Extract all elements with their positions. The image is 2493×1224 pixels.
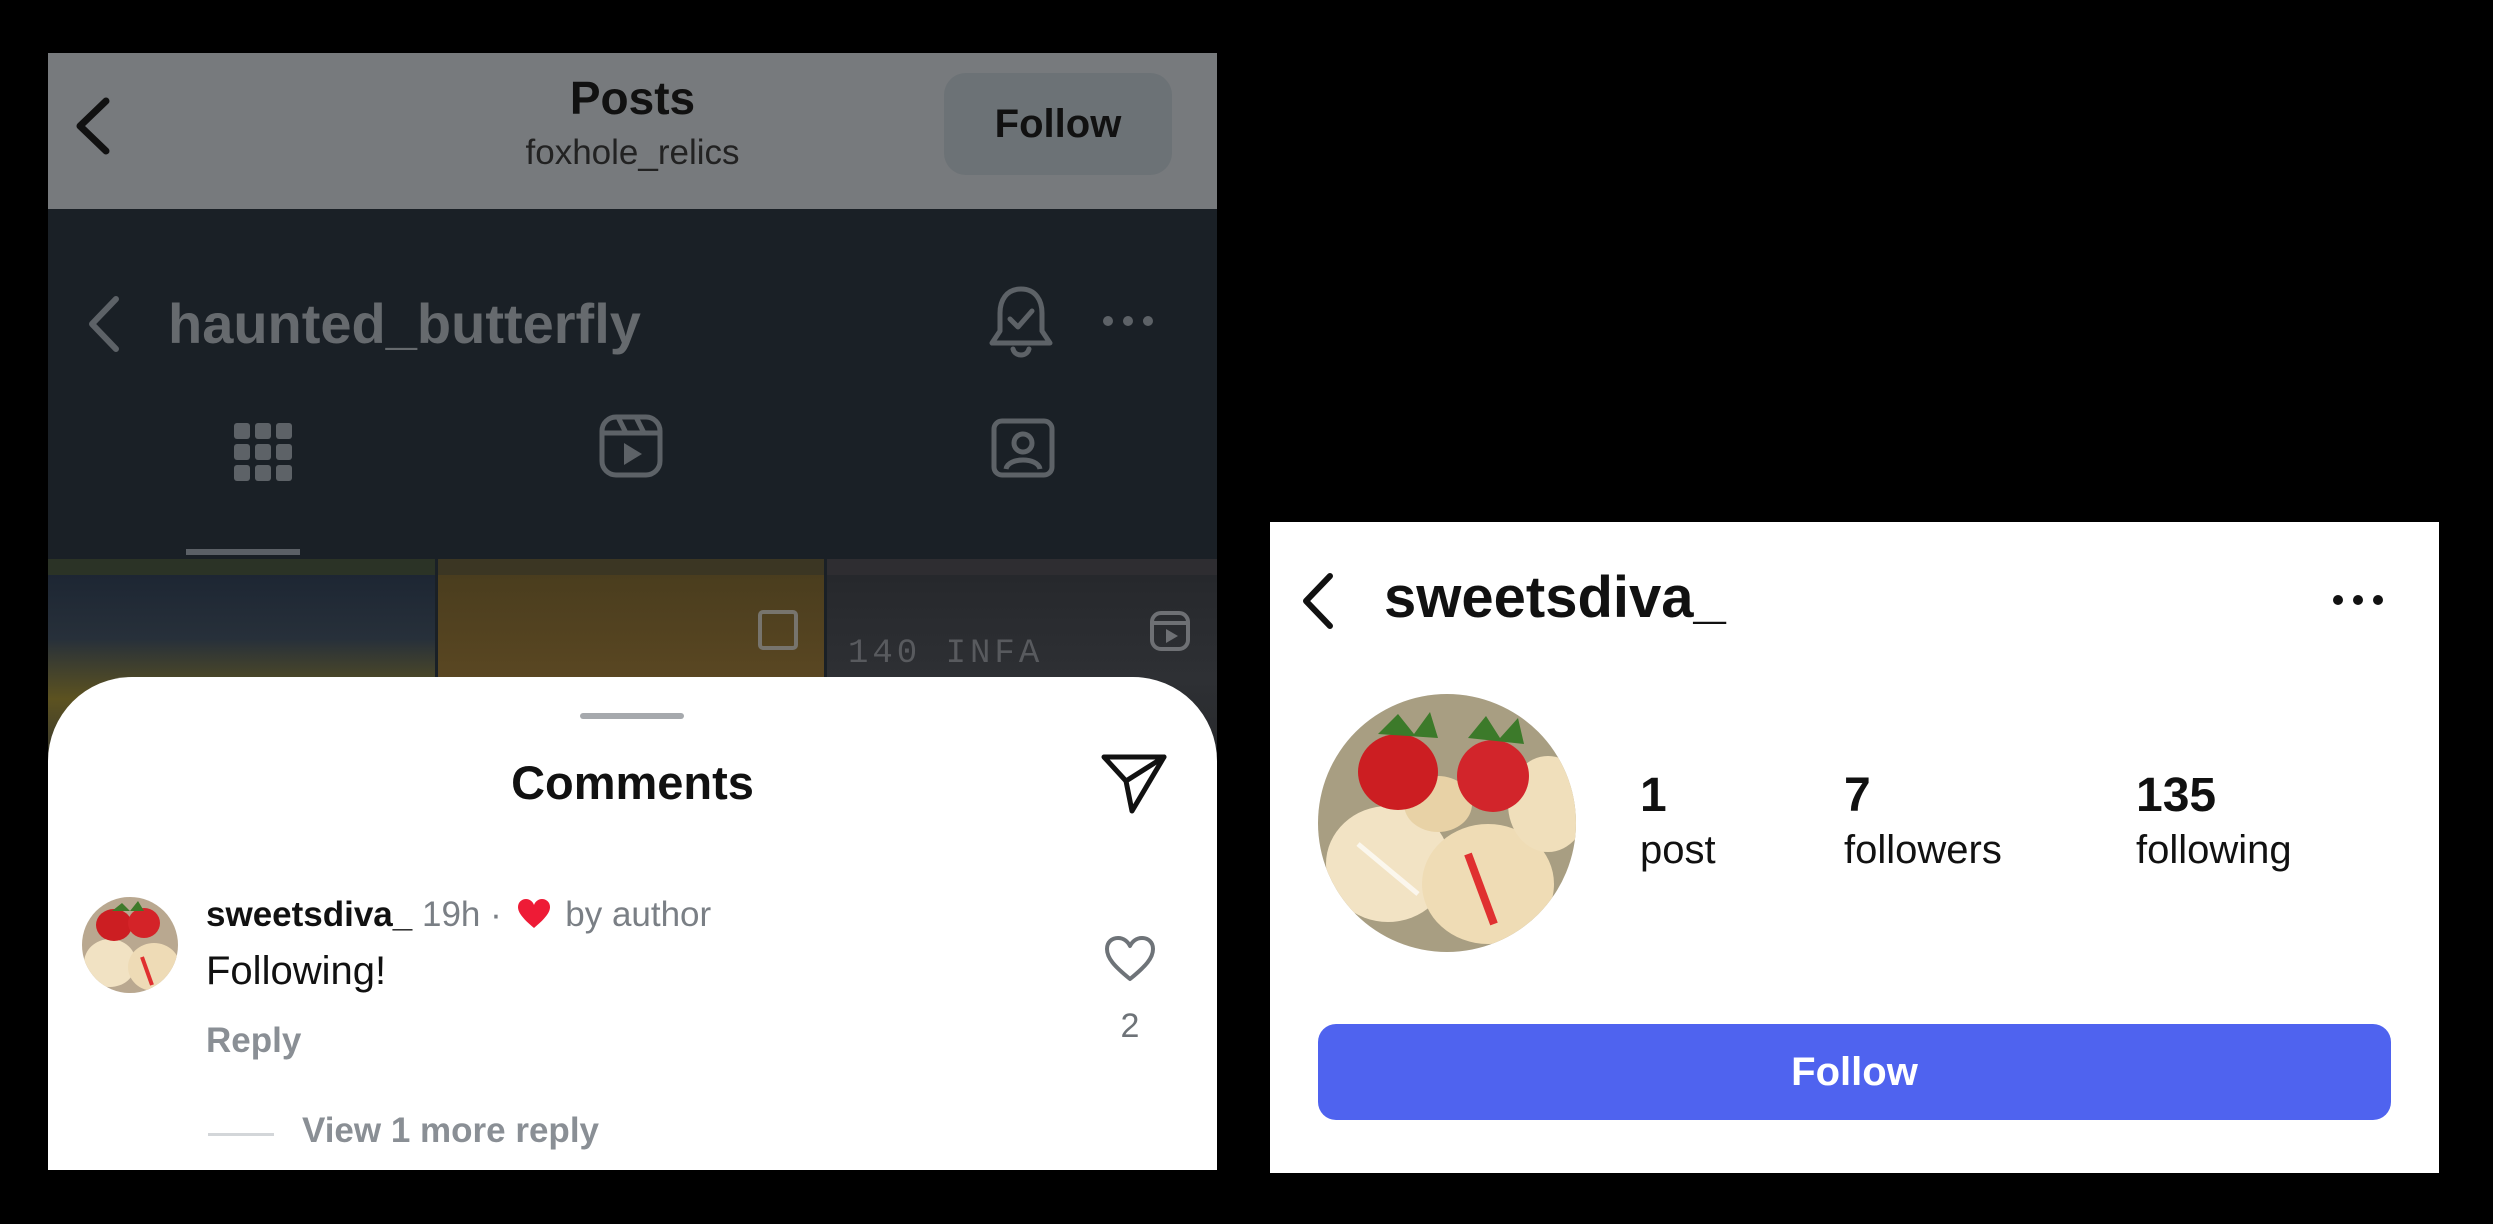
stat-posts[interactable]: 1 post bbox=[1640, 768, 1716, 876]
stat-label: followers bbox=[1844, 828, 2002, 872]
more-horizontal-icon[interactable] bbox=[1098, 299, 1158, 343]
meta-separator: · bbox=[490, 895, 502, 934]
profile-username: sweetsdiva_ bbox=[1384, 565, 1726, 630]
avatar[interactable] bbox=[1318, 694, 1576, 952]
stat-value: 1 bbox=[1640, 769, 1667, 822]
stat-label: following bbox=[2136, 828, 2292, 872]
comments-sheet: Comments sweetsdiva_ 19h · by author Fol… bbox=[48, 677, 1217, 1170]
divider bbox=[208, 1133, 274, 1136]
tab-indicator bbox=[186, 549, 300, 555]
sheet-drag-handle[interactable] bbox=[580, 713, 684, 719]
heart-outline-icon[interactable] bbox=[1104, 935, 1156, 983]
comment-text: Following! bbox=[206, 949, 387, 993]
right-screen: sweetsdiva_ 1 post 7 followers 135 follo… bbox=[1270, 522, 2439, 1173]
paper-plane-icon[interactable] bbox=[1098, 749, 1170, 817]
reels-icon bbox=[1150, 611, 1190, 651]
stat-value: 7 bbox=[1844, 769, 1871, 822]
back-chevron-icon[interactable] bbox=[80, 291, 130, 357]
thumbnail-text: 140 INFA bbox=[848, 635, 1044, 673]
profile-username: haunted_butterfly bbox=[168, 292, 641, 355]
stat-followers[interactable]: 7 followers bbox=[1844, 768, 2002, 876]
like-count: 2 bbox=[1120, 1007, 1140, 1045]
left-screen: Posts foxhole_relics Follow haunted_butt… bbox=[48, 53, 1217, 1170]
follow-button[interactable]: Follow bbox=[944, 73, 1172, 175]
liked-by-author: by author bbox=[565, 895, 712, 934]
tagged-icon[interactable] bbox=[988, 411, 1058, 481]
stat-value: 135 bbox=[2136, 769, 2217, 822]
stat-label: post bbox=[1640, 828, 1716, 872]
avatar[interactable] bbox=[82, 897, 178, 993]
reply-button[interactable]: Reply bbox=[206, 1021, 301, 1061]
comment-username[interactable]: sweetsdiva_ bbox=[206, 895, 412, 934]
profile-bar: haunted_butterfly bbox=[48, 209, 1217, 559]
carousel-icon bbox=[758, 610, 798, 650]
stat-following[interactable]: 135 following bbox=[2136, 768, 2292, 876]
sheet-title: Comments bbox=[511, 756, 754, 809]
follow-button[interactable]: Follow bbox=[1318, 1024, 2391, 1120]
heart-icon bbox=[517, 899, 550, 928]
bell-check-icon[interactable] bbox=[984, 283, 1058, 363]
comment-time: 19h bbox=[421, 895, 481, 934]
posts-header: Posts foxhole_relics Follow bbox=[48, 53, 1217, 209]
more-horizontal-icon[interactable] bbox=[2328, 578, 2388, 622]
view-more-replies-button[interactable]: View 1 more reply bbox=[302, 1111, 599, 1151]
grid-icon[interactable] bbox=[208, 409, 318, 499]
back-chevron-icon[interactable] bbox=[1294, 568, 1344, 634]
comment-meta: sweetsdiva_ 19h · by author bbox=[206, 895, 711, 935]
reels-icon[interactable] bbox=[596, 411, 666, 481]
